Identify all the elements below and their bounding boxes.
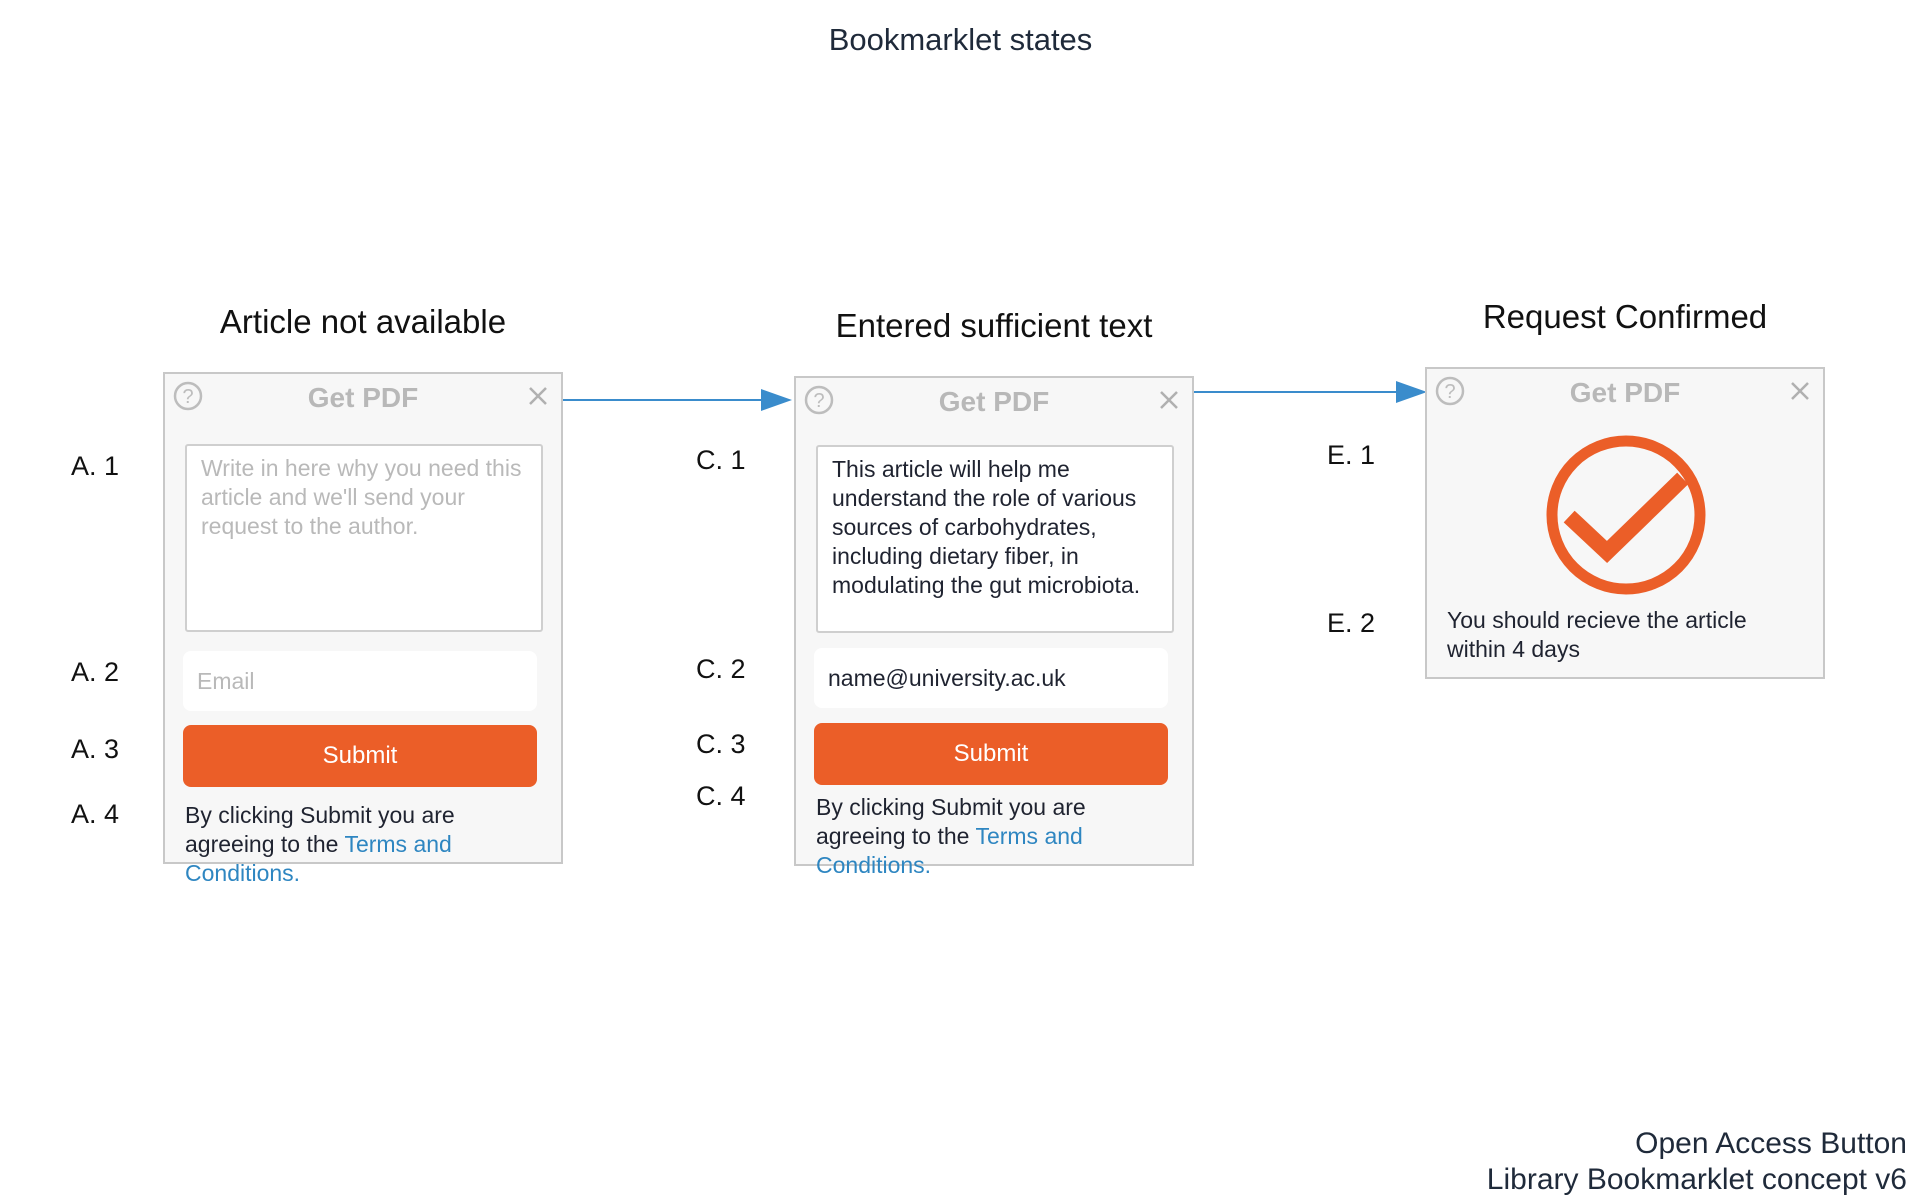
footer-caption: Open Access Button Library Bookmarklet c… [1487,1126,1907,1198]
step-label-c4: C. 4 [696,781,746,811]
email-field[interactable]: name@university.ac.uk [814,648,1168,708]
footer-line-1: Open Access Button [1635,1127,1907,1160]
panel-title: Get PDF [938,386,1050,417]
bookmarklet-panel-e: ? Get PDF You should recieve the article… [1425,367,1825,679]
step-label-e2: E. 2 [1327,608,1376,638]
step-label-e1: E. 1 [1327,440,1376,470]
step-label-a3: A. 3 [71,734,120,764]
state-a-title: Article not available [219,303,507,340]
reason-textarea[interactable]: Write in here why you need this article … [185,444,543,632]
panel-title: Get PDF [1569,377,1681,408]
bookmarklet-panel-c: ? Get PDF This article will help me unde… [794,376,1194,878]
close-icon[interactable] [527,385,549,407]
check-circle-icon [1546,435,1706,595]
step-label-c3: C. 3 [696,729,746,759]
close-icon[interactable] [1789,380,1811,402]
reason-textarea[interactable]: This article will help me understand the… [816,445,1174,633]
email-field[interactable]: Email [183,651,537,711]
bookmarklet-panel-a: ? Get PDF Write in here why you need thi… [163,372,563,886]
confirmation-message: You should recieve the article within 4 … [1447,607,1747,662]
close-icon[interactable] [1158,389,1180,411]
terms-notice: By clicking Submit you are agreeing to t… [185,801,547,888]
terms-notice: By clicking Submit you are agreeing to t… [816,793,1178,880]
state-c-title: Entered sufficient text [835,307,1153,344]
panel-header: ? Get PDF [165,374,561,420]
state-e-title: Request Confirmed [1482,298,1768,335]
panel-header: ? Get PDF [796,378,1192,424]
panel-header: ? Get PDF [1427,369,1823,415]
step-label-a2: A. 2 [71,657,120,687]
step-label-a1: A. 1 [71,451,120,481]
arrowhead-c-to-e [1396,381,1427,403]
step-label-a4: A. 4 [71,799,120,829]
submit-button[interactable]: Submit [183,725,537,787]
submit-button[interactable]: Submit [814,723,1168,785]
arrowhead-a-to-c [761,389,792,411]
step-label-c2: C. 2 [696,654,746,684]
footer-line-2: Library Bookmarklet concept v6 [1486,1163,1907,1196]
step-label-c1: C. 1 [696,445,746,475]
panel-title: Get PDF [307,382,419,413]
